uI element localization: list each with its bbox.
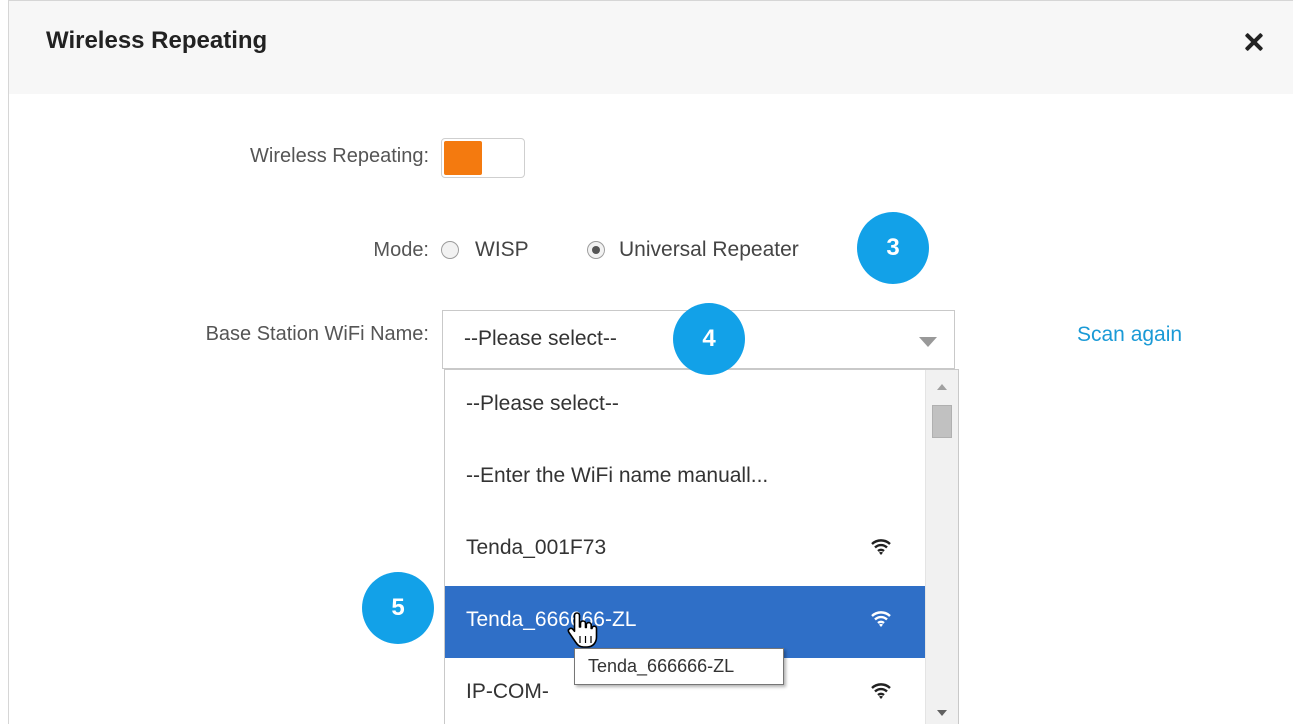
step-3-callout: 3 <box>857 212 929 284</box>
toggle-on-indicator <box>444 141 482 175</box>
wireless-repeating-label: Wireless Repeating: <box>250 145 429 167</box>
option-tooltip: Tenda_666666-ZL <box>574 648 784 685</box>
scan-again-link[interactable]: Scan again <box>1077 323 1182 347</box>
scroll-up-arrow-icon[interactable] <box>937 384 947 390</box>
option-label: IP-COM- <box>466 680 549 703</box>
mode-label: Mode: <box>373 239 429 261</box>
close-icon[interactable] <box>1242 30 1266 54</box>
wifi-signal-icon <box>871 611 891 627</box>
select-value: --Please select-- <box>464 327 617 350</box>
mode-wisp-label[interactable]: WISP <box>475 238 529 262</box>
dropdown-option[interactable]: --Please select-- <box>445 370 925 442</box>
dropdown-option[interactable]: --Enter the WiFi name manuall... <box>445 442 925 514</box>
option-label: Tenda_001F73 <box>466 536 607 559</box>
tooltip-text: Tenda_666666-ZL <box>588 656 735 676</box>
dropdown-option[interactable]: Tenda_001F73 <box>445 514 925 586</box>
hand-pointer-cursor-icon <box>567 612 598 648</box>
mode-universal-repeater-label[interactable]: Universal Repeater <box>619 238 799 262</box>
wifi-signal-icon <box>871 683 891 699</box>
step-4-callout: 4 <box>673 303 745 375</box>
option-label: --Enter the WiFi name manuall... <box>466 464 769 487</box>
step-5-callout: 5 <box>362 572 434 644</box>
wireless-repeating-toggle[interactable] <box>441 138 525 178</box>
option-label: Tenda_666666-ZL <box>466 608 637 631</box>
mode-universal-repeater-radio[interactable] <box>587 241 605 259</box>
base-station-label: Base Station WiFi Name: <box>205 323 429 345</box>
dialog-header: Wireless Repeating <box>9 1 1293 94</box>
option-label: --Please select-- <box>466 392 619 415</box>
scrollbar-thumb[interactable] <box>932 405 952 438</box>
dropdown-scrollbar[interactable] <box>925 370 958 724</box>
scroll-down-arrow-icon[interactable] <box>937 710 947 716</box>
wifi-signal-icon <box>871 539 891 555</box>
mode-wisp-radio[interactable] <box>441 241 459 259</box>
chevron-down-icon <box>919 337 937 347</box>
dialog-title: Wireless Repeating <box>46 27 268 54</box>
